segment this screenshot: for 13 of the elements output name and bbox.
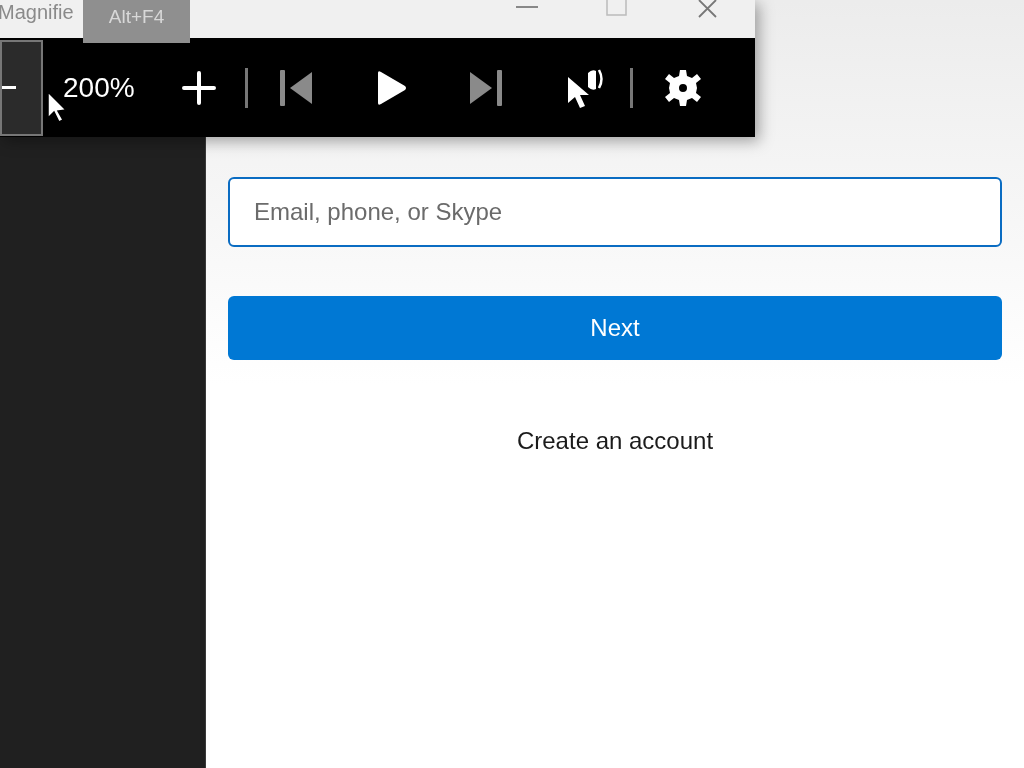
create-account-link[interactable]: Create an account [516, 423, 714, 459]
next-button[interactable]: Next [228, 296, 1002, 360]
minimize-icon[interactable] [516, 6, 538, 10]
zoom-level: 200% [63, 70, 136, 105]
zoom-in-button[interactable] [181, 69, 217, 106]
plus-icon [182, 70, 216, 105]
tooltip: Alt+F4 [83, 0, 190, 43]
settings-icon[interactable] [663, 67, 703, 108]
close-icon[interactable] [698, 0, 718, 18]
window-title: Magnifie [0, 0, 74, 25]
minus-icon [2, 85, 16, 90]
zoom-out-button[interactable] [0, 39, 43, 136]
email-field[interactable]: Email, phone, or Skype [228, 177, 1002, 247]
